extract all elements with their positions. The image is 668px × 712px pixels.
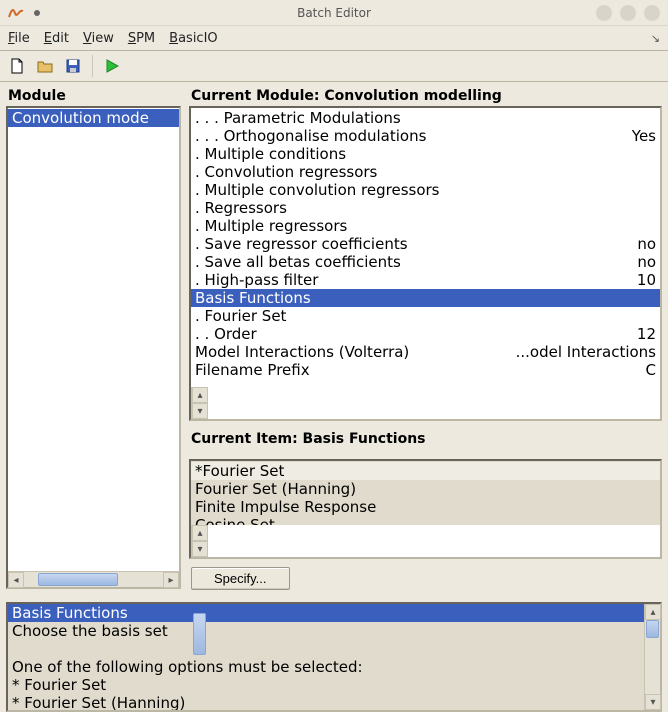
params-row-value xyxy=(648,217,656,235)
params-row-label: . . . Parametric Modulations xyxy=(195,109,648,127)
params-row[interactable]: . Regressors xyxy=(191,199,660,217)
params-row-label: . . Order xyxy=(195,325,629,343)
menu-edit[interactable]: Edit xyxy=(44,31,69,46)
params-row-label: Basis Functions xyxy=(195,289,648,307)
window-buttons xyxy=(596,5,660,21)
params-row[interactable]: . Fourier Set xyxy=(191,307,660,325)
params-row-value: Yes xyxy=(624,127,656,145)
toolbar xyxy=(0,51,668,81)
params-row[interactable]: . . . Orthogonalise modulationsYes xyxy=(191,127,660,145)
params-row[interactable]: . . . Parametric Modulations xyxy=(191,109,660,127)
params-row-label: . . . Orthogonalise modulations xyxy=(195,127,624,145)
specify-button[interactable]: Specify... xyxy=(191,567,290,590)
modified-dot-icon xyxy=(34,10,40,16)
menu-bar: File Edit View SPM BasicIO ↘ xyxy=(0,26,668,50)
run-icon[interactable] xyxy=(101,55,123,77)
params-row-label: . Multiple conditions xyxy=(195,145,648,163)
close-button[interactable] xyxy=(644,5,660,21)
params-row-label: . Multiple convolution regressors xyxy=(195,181,648,199)
params-row-label: Model Interactions (Volterra) xyxy=(195,343,508,361)
scroll-down-icon[interactable]: ▾ xyxy=(645,694,661,710)
params-row-value xyxy=(648,199,656,217)
curitem-vscrollbar[interactable]: ▴ ▾ xyxy=(191,525,207,557)
params-vscrollbar[interactable]: ▴ ▾ xyxy=(191,387,207,419)
curitem-listbox[interactable]: *Fourier SetFourier Set (Hanning)Finite … xyxy=(189,459,662,559)
open-file-icon[interactable] xyxy=(34,55,56,77)
params-row[interactable]: . Multiple conditions xyxy=(191,145,660,163)
params-row[interactable]: . Multiple regressors xyxy=(191,217,660,235)
new-file-icon[interactable] xyxy=(6,55,28,77)
params-row-label: . Convolution regressors xyxy=(195,163,648,181)
module-item[interactable]: Convolution mode xyxy=(8,109,179,127)
params-row[interactable]: . . Order12 xyxy=(191,325,660,343)
params-row[interactable]: . Convolution regressors xyxy=(191,163,660,181)
window-title: Batch Editor xyxy=(297,6,371,20)
scroll-down-icon[interactable]: ▾ xyxy=(192,403,208,419)
params-row-label: . Save all betas coefficients xyxy=(195,253,629,271)
params-row-value: ...odel Interactions xyxy=(508,343,656,361)
params-row-value xyxy=(648,289,656,307)
params-row-value xyxy=(648,181,656,199)
params-row[interactable]: Filename PrefixC xyxy=(191,361,660,379)
params-row[interactable]: . Multiple convolution regressors xyxy=(191,181,660,199)
menu-file[interactable]: File xyxy=(8,31,30,46)
params-row-value: no xyxy=(629,253,656,271)
params-row-value xyxy=(648,307,656,325)
help-title: Basis Functions xyxy=(8,604,644,622)
help-line: One of the following options must be sel… xyxy=(12,658,640,676)
help-line: * Fourier Set (Hanning) xyxy=(12,694,640,710)
params-row-value: 10 xyxy=(629,271,656,289)
params-row[interactable]: . High-pass filter10 xyxy=(191,271,660,289)
params-row[interactable]: Basis Functions xyxy=(191,289,660,307)
help-line: * Fourier Set xyxy=(12,676,640,694)
params-row-label: . Fourier Set xyxy=(195,307,648,325)
params-row[interactable]: Model Interactions (Volterra)...odel Int… xyxy=(191,343,660,361)
params-row-value xyxy=(648,145,656,163)
params-row-value: no xyxy=(629,235,656,253)
params-row-value xyxy=(648,109,656,127)
menu-basicio[interactable]: BasicIO xyxy=(169,31,218,46)
scroll-up-icon[interactable]: ▴ xyxy=(645,604,661,620)
curitem-option[interactable]: Cosine Set xyxy=(191,516,660,525)
menu-view[interactable]: View xyxy=(83,31,114,46)
help-line xyxy=(12,640,640,658)
params-row-value xyxy=(648,163,656,181)
maximize-button[interactable] xyxy=(620,5,636,21)
params-row-label: . Regressors xyxy=(195,199,648,217)
help-line: Choose the basis set xyxy=(12,622,640,640)
params-row-label: . Multiple regressors xyxy=(195,217,648,235)
help-panel: Basis FunctionsChoose the basis set One … xyxy=(6,602,662,712)
params-row-value: 12 xyxy=(629,325,656,343)
module-listbox[interactable]: Convolution mode ◂ ▸ xyxy=(6,106,181,589)
params-row-label: Filename Prefix xyxy=(195,361,638,379)
params-panel-label: Current Module: Convolution modelling xyxy=(189,86,662,106)
scroll-up-icon[interactable]: ▴ xyxy=(192,387,208,403)
module-panel-label: Module xyxy=(6,86,181,106)
menu-overflow-icon[interactable]: ↘ xyxy=(651,32,660,45)
title-bar: Batch Editor xyxy=(0,0,668,26)
params-row[interactable]: . Save all betas coefficientsno xyxy=(191,253,660,271)
scroll-down-icon[interactable]: ▾ xyxy=(192,541,208,557)
save-file-icon[interactable] xyxy=(62,55,84,77)
module-hscrollbar[interactable]: ◂ ▸ xyxy=(8,571,179,587)
curitem-option[interactable]: Finite Impulse Response xyxy=(191,498,660,516)
params-listbox[interactable]: . . . Parametric Modulations. . . Orthog… xyxy=(189,106,662,421)
help-vscrollbar[interactable]: ▴ ▾ xyxy=(644,604,660,710)
curitem-option[interactable]: Fourier Set (Hanning) xyxy=(191,480,660,498)
params-row[interactable]: . Save regressor coefficientsno xyxy=(191,235,660,253)
curitem-panel-label: Current Item: Basis Functions xyxy=(189,429,662,449)
menu-spm[interactable]: SPM xyxy=(128,31,155,46)
scroll-left-icon[interactable]: ◂ xyxy=(8,572,24,588)
scroll-up-icon[interactable]: ▴ xyxy=(192,525,208,541)
params-row-label: . High-pass filter xyxy=(195,271,629,289)
scroll-right-icon[interactable]: ▸ xyxy=(163,572,179,588)
app-icon xyxy=(8,5,24,21)
params-row-label: . Save regressor coefficients xyxy=(195,235,629,253)
curitem-option[interactable]: *Fourier Set xyxy=(191,462,660,480)
minimize-button[interactable] xyxy=(596,5,612,21)
params-row-value: C xyxy=(638,361,656,379)
